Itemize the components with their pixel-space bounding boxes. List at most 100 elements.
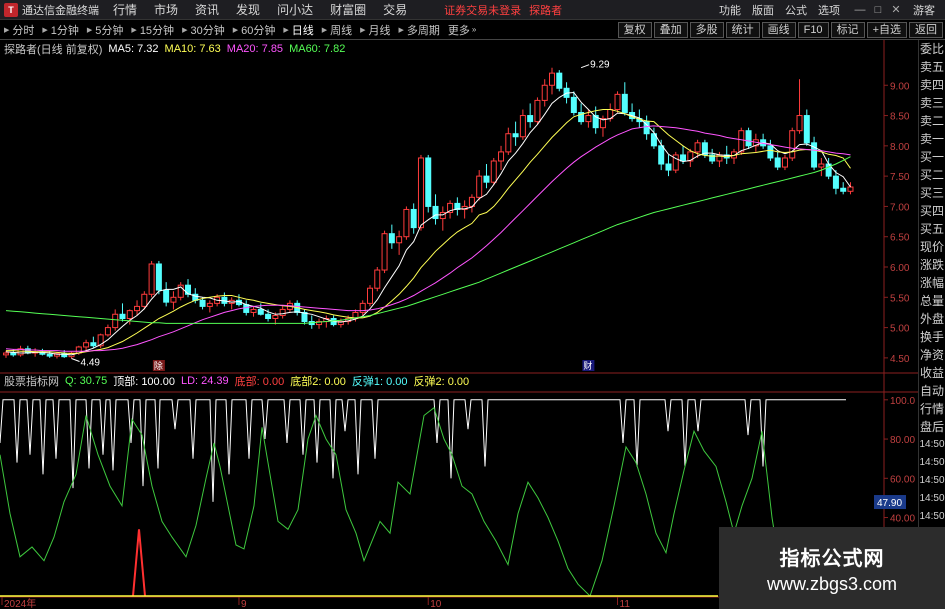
draw-line-button[interactable]: 画线 [761, 21, 796, 38]
quote-panel-item[interactable]: 买五 [919, 220, 945, 238]
statistics-button[interactable]: 统计 [725, 21, 760, 38]
quote-panel-item[interactable]: 现价 [919, 238, 945, 256]
period-monthly[interactable]: ▶ 月线 [356, 22, 394, 38]
candle-body [665, 163, 672, 171]
quote-panel-item[interactable]: 盘后 [919, 418, 945, 436]
quote-panel-item[interactable]: 外盘 [919, 310, 945, 328]
date-label: 10 [430, 599, 442, 609]
quote-panel-item[interactable]: 行情 [919, 400, 945, 418]
quote-panel-item[interactable]: 卖二 [919, 112, 945, 130]
menu-function[interactable]: 功能 [719, 2, 741, 18]
maximize-icon[interactable]: □ [869, 3, 887, 17]
quote-panel-item[interactable]: 买三 [919, 184, 945, 202]
candle-body [279, 308, 286, 316]
ma60-value: MA60: 7.82 [289, 43, 346, 55]
quote-panel-item[interactable]: 14:50 [919, 436, 945, 454]
period-5min[interactable]: ▶ 5分钟 [83, 22, 128, 38]
menu-ask-xiaoda[interactable]: 问小达 [277, 1, 313, 18]
multi-stock-button[interactable]: 多股 [689, 21, 724, 38]
quote-panel-item[interactable]: 收益 [919, 364, 945, 382]
quote-panel-item[interactable]: 14:50 [919, 454, 945, 472]
menu-formula[interactable]: 公式 [785, 2, 807, 18]
candle-body [803, 115, 810, 144]
f10-button[interactable]: F10 [797, 21, 829, 38]
annotation-pointer [580, 64, 590, 69]
quote-panel-item[interactable]: 委比 [919, 40, 945, 58]
login-notice[interactable]: 证券交易未登录 [444, 2, 521, 18]
candle-body [796, 115, 803, 132]
candle-body [417, 157, 424, 229]
period-intraday[interactable]: ▶ 分时 [0, 22, 38, 38]
candle-body [46, 353, 53, 357]
menu-quotes[interactable]: 行情 [113, 1, 137, 18]
quote-panel-item[interactable]: 涨幅 [919, 274, 945, 292]
period-60min[interactable]: ▶ 60分钟 [229, 22, 280, 38]
candle-body [476, 175, 483, 198]
candle-body [745, 130, 752, 147]
candle-body [818, 163, 825, 168]
period-multi[interactable]: ▶ 多周期 [395, 22, 444, 38]
restore-rights-button[interactable]: 复权 [617, 21, 652, 38]
period-15min[interactable]: ▶ 15分钟 [127, 22, 178, 38]
quote-panel-item[interactable]: 卖四 [919, 76, 945, 94]
quote-panel-item[interactable]: 净资 [919, 346, 945, 364]
candle-body [585, 115, 592, 123]
date-label: 2024年 [4, 597, 36, 609]
quote-panel-item[interactable]: 换手 [919, 328, 945, 346]
period-weekly[interactable]: ▶ 周线 [318, 22, 356, 38]
play-icon: ▶ [232, 26, 239, 34]
indicator-bottom: 底部: 0.00 [234, 376, 285, 388]
candle-body [250, 308, 257, 313]
indicator-ld: LD: 24.39 [180, 375, 229, 387]
site-watermark: 指标公式网 www.zbgs3.com [719, 527, 945, 609]
candle-body [367, 287, 373, 304]
quote-panel-item[interactable]: 14:50 [919, 508, 945, 526]
quote-panel-item[interactable]: 自动 [919, 382, 945, 400]
candle-body [272, 314, 279, 320]
menu-layout[interactable]: 版面 [752, 2, 774, 18]
menu-discover[interactable]: 发现 [236, 1, 260, 18]
quote-panel-item[interactable]: 卖一 [919, 130, 945, 148]
quote-panel-item[interactable]: 买一 [919, 148, 945, 166]
price-tick-label: 5.50 [890, 293, 910, 304]
close-icon[interactable]: ✕ [887, 3, 905, 17]
candle-body [614, 93, 621, 110]
date-label: 9 [241, 599, 247, 609]
candle-body [206, 302, 213, 307]
candle-body [112, 313, 119, 329]
quote-panel-item[interactable]: 14:50 [919, 472, 945, 490]
candle-body [199, 299, 206, 307]
menu-news[interactable]: 资讯 [195, 1, 219, 18]
menu-wealth-circle[interactable]: 财富圈 [330, 1, 366, 18]
menu-market[interactable]: 市场 [154, 1, 178, 18]
guest-label[interactable]: 游客 [913, 2, 935, 18]
stock-chart[interactable]: 9.00 8.50 8.00 7.50 7.00 6.50 6.00 5.50 5.00 4.50… [0, 40, 918, 609]
indicator-q: Q: 30.75 [65, 375, 108, 387]
indicator-tick-label: 100.0 [890, 396, 915, 407]
quote-panel-item[interactable]: 买四 [919, 202, 945, 220]
candle-body [185, 284, 191, 295]
candle-body [243, 304, 250, 313]
period-1min[interactable]: ▶ 1分钟 [38, 22, 83, 38]
quote-panel-item[interactable]: 总量 [919, 292, 945, 310]
quote-panel-item[interactable]: 卖五 [919, 58, 945, 76]
period-30min[interactable]: ▶ 30分钟 [178, 22, 229, 38]
back-button[interactable]: 返回 [909, 21, 943, 38]
quote-panel-item[interactable]: 14:50 [919, 490, 945, 508]
add-watchlist-button[interactable]: +自选 [866, 21, 907, 38]
candle-body [658, 145, 665, 165]
minimize-icon[interactable]: — [851, 3, 869, 17]
overlay-button[interactable]: 叠加 [653, 21, 688, 38]
candle-body [104, 327, 111, 336]
quote-panel-item[interactable]: 卖三 [919, 94, 945, 112]
price-tick-label: 4.50 [890, 354, 910, 365]
chart-title: 探路者(日线 前复权) [4, 44, 103, 56]
menu-options[interactable]: 选项 [818, 2, 840, 18]
quote-panel-item[interactable]: 涨跌 [919, 256, 945, 274]
period-daily[interactable]: ▶ 日线 [279, 22, 317, 38]
period-label: 月线 [368, 24, 391, 37]
period-more[interactable]: 更多» [444, 22, 480, 38]
menu-trade[interactable]: 交易 [383, 1, 407, 18]
quote-panel-item[interactable]: 买二 [919, 166, 945, 184]
mark-button[interactable]: 标记 [830, 21, 865, 38]
